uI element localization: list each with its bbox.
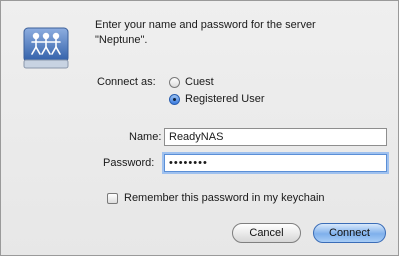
- registered-user-radio[interactable]: [169, 93, 180, 105]
- connect-button[interactable]: Connect: [313, 223, 386, 243]
- shared-server-icon: [23, 27, 69, 69]
- dialog-prompt: Enter your name and password for the ser…: [95, 18, 385, 48]
- remember-password-label: Remember this password in my keychain: [124, 192, 325, 204]
- remember-password-option[interactable]: Remember this password in my keychain: [107, 192, 325, 204]
- registered-user-label: Registered User: [185, 93, 265, 105]
- guest-option[interactable]: Cuest: [169, 76, 214, 88]
- registered-user-option[interactable]: Registered User: [169, 93, 264, 105]
- cancel-button[interactable]: Cancel: [232, 223, 301, 243]
- guest-radio[interactable]: [169, 76, 180, 88]
- connect-to-server-dialog: Enter your name and password for the ser…: [0, 0, 399, 256]
- password-label: Password:: [103, 157, 155, 169]
- remember-password-checkbox[interactable]: [107, 192, 118, 204]
- name-field[interactable]: [164, 128, 387, 146]
- connect-as-label: Connect as:: [97, 76, 156, 88]
- prompt-line-1: Enter your name and password for the ser…: [95, 19, 316, 31]
- prompt-line-2: "Neptune".: [95, 34, 148, 46]
- name-label: Name:: [129, 131, 162, 143]
- guest-label: Cuest: [185, 76, 214, 88]
- password-field[interactable]: [164, 154, 387, 172]
